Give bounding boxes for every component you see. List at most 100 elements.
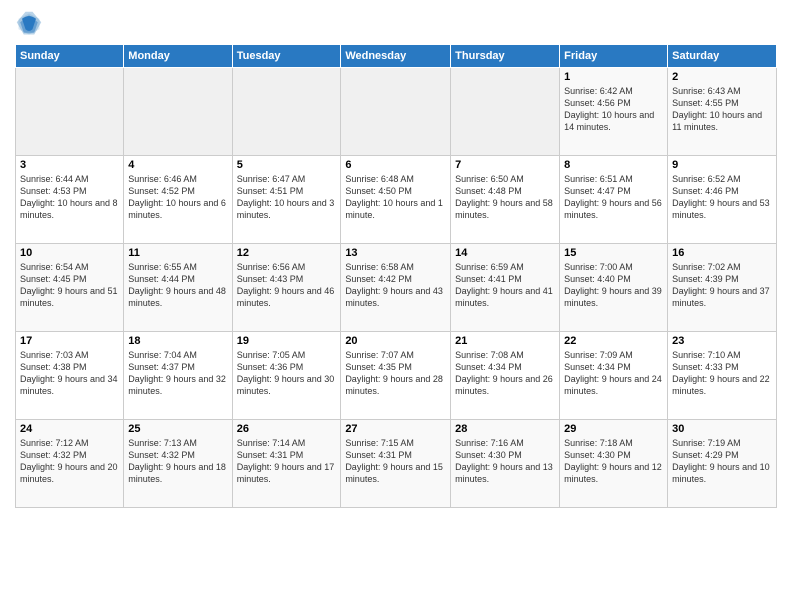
- day-info: Sunrise: 7:19 AM Sunset: 4:29 PM Dayligh…: [672, 437, 772, 486]
- col-header-monday: Monday: [124, 45, 232, 68]
- day-cell: [16, 68, 124, 156]
- day-cell: 4Sunrise: 6:46 AM Sunset: 4:52 PM Daylig…: [124, 156, 232, 244]
- day-number: 5: [237, 159, 337, 171]
- day-info: Sunrise: 7:05 AM Sunset: 4:36 PM Dayligh…: [237, 349, 337, 398]
- day-cell: 17 Sunrise: 7:03 AM Sunset: 4:38 PM Dayli…: [16, 332, 124, 420]
- day-info: Sunrise: 6:54 AM Sunset: 4:45 PM Dayligh…: [20, 261, 119, 310]
- day-number: 27: [345, 423, 446, 435]
- week-row-1: 1 Sunrise: 6:42 AM Sunset: 4:56 PM Daylig…: [16, 68, 777, 156]
- day-cell: 24Sunrise: 7:12 AM Sunset: 4:32 PM Dayli…: [16, 420, 124, 508]
- day-cell: 19 Sunrise: 7:05 AM Sunset: 4:36 PM Dayli…: [232, 332, 341, 420]
- logo: [15, 10, 47, 38]
- day-info: Sunrise: 6:44 AM Sunset: 4:53 PM Dayligh…: [20, 173, 119, 222]
- day-number: 29: [564, 423, 663, 435]
- col-header-sunday: Sunday: [16, 45, 124, 68]
- col-header-thursday: Thursday: [451, 45, 560, 68]
- day-cell: 15 Sunrise: 7:00 AM Sunset: 4:40 PM Dayli…: [560, 244, 668, 332]
- day-info: Sunrise: 6:59 AM Sunset: 4:41 PM Dayligh…: [455, 261, 555, 310]
- day-info: Sunrise: 6:43 AM Sunset: 4:55 PM Dayligh…: [672, 85, 772, 134]
- day-info: Sunrise: 6:55 AM Sunset: 4:44 PM Dayligh…: [128, 261, 227, 310]
- day-cell: 18 Sunrise: 7:04 AM Sunset: 4:37 PM Dayli…: [124, 332, 232, 420]
- logo-icon: [15, 10, 43, 38]
- day-cell: 29 Sunrise: 7:18 AM Sunset: 4:30 PM Dayli…: [560, 420, 668, 508]
- day-cell: 13 Sunrise: 6:58 AM Sunset: 4:42 PM Dayli…: [341, 244, 451, 332]
- day-number: 16: [672, 247, 772, 259]
- day-cell: 3Sunrise: 6:44 AM Sunset: 4:53 PM Daylig…: [16, 156, 124, 244]
- col-header-friday: Friday: [560, 45, 668, 68]
- day-info: Sunrise: 7:10 AM Sunset: 4:33 PM Dayligh…: [672, 349, 772, 398]
- day-info: Sunrise: 7:04 AM Sunset: 4:37 PM Dayligh…: [128, 349, 227, 398]
- day-info: Sunrise: 6:42 AM Sunset: 4:56 PM Dayligh…: [564, 85, 663, 134]
- day-cell: 10 Sunrise: 6:54 AM Sunset: 4:45 PM Dayli…: [16, 244, 124, 332]
- day-info: Sunrise: 7:12 AM Sunset: 4:32 PM Dayligh…: [20, 437, 119, 486]
- day-number: 26: [237, 423, 337, 435]
- day-cell: 21 Sunrise: 7:08 AM Sunset: 4:34 PM Dayli…: [451, 332, 560, 420]
- day-number: 19: [237, 335, 337, 347]
- day-info: Sunrise: 7:16 AM Sunset: 4:30 PM Dayligh…: [455, 437, 555, 486]
- day-cell: 28Sunrise: 7:16 AM Sunset: 4:30 PM Dayli…: [451, 420, 560, 508]
- day-cell: 12 Sunrise: 6:56 AM Sunset: 4:43 PM Dayli…: [232, 244, 341, 332]
- day-cell: 8Sunrise: 6:51 AM Sunset: 4:47 PM Daylig…: [560, 156, 668, 244]
- day-cell: [341, 68, 451, 156]
- day-number: 4: [128, 159, 227, 171]
- day-info: Sunrise: 7:03 AM Sunset: 4:38 PM Dayligh…: [20, 349, 119, 398]
- day-info: Sunrise: 6:47 AM Sunset: 4:51 PM Dayligh…: [237, 173, 337, 222]
- day-cell: [451, 68, 560, 156]
- day-number: 17: [20, 335, 119, 347]
- day-cell: 27 Sunrise: 7:15 AM Sunset: 4:31 PM Dayli…: [341, 420, 451, 508]
- day-cell: 16Sunrise: 7:02 AM Sunset: 4:39 PM Dayli…: [668, 244, 777, 332]
- day-cell: 5 Sunrise: 6:47 AM Sunset: 4:51 PM Daylig…: [232, 156, 341, 244]
- col-header-tuesday: Tuesday: [232, 45, 341, 68]
- day-number: 12: [237, 247, 337, 259]
- day-number: 25: [128, 423, 227, 435]
- day-number: 2: [672, 71, 772, 83]
- day-number: 6: [345, 159, 446, 171]
- day-cell: 1 Sunrise: 6:42 AM Sunset: 4:56 PM Daylig…: [560, 68, 668, 156]
- day-cell: 6 Sunrise: 6:48 AM Sunset: 4:50 PM Daylig…: [341, 156, 451, 244]
- day-number: 21: [455, 335, 555, 347]
- day-cell: 11 Sunrise: 6:55 AM Sunset: 4:44 PM Dayli…: [124, 244, 232, 332]
- day-info: Sunrise: 7:13 AM Sunset: 4:32 PM Dayligh…: [128, 437, 227, 486]
- day-info: Sunrise: 6:48 AM Sunset: 4:50 PM Dayligh…: [345, 173, 446, 222]
- header: [15, 10, 777, 38]
- day-number: 13: [345, 247, 446, 259]
- day-cell: 14Sunrise: 6:59 AM Sunset: 4:41 PM Dayli…: [451, 244, 560, 332]
- day-number: 23: [672, 335, 772, 347]
- day-info: Sunrise: 6:50 AM Sunset: 4:48 PM Dayligh…: [455, 173, 555, 222]
- day-info: Sunrise: 6:56 AM Sunset: 4:43 PM Dayligh…: [237, 261, 337, 310]
- week-row-3: 10 Sunrise: 6:54 AM Sunset: 4:45 PM Dayli…: [16, 244, 777, 332]
- day-info: Sunrise: 6:58 AM Sunset: 4:42 PM Dayligh…: [345, 261, 446, 310]
- calendar: SundayMondayTuesdayWednesdayThursdayFrid…: [15, 44, 777, 508]
- day-number: 22: [564, 335, 663, 347]
- page: SundayMondayTuesdayWednesdayThursdayFrid…: [0, 0, 792, 612]
- day-number: 1: [564, 71, 663, 83]
- day-info: Sunrise: 7:07 AM Sunset: 4:35 PM Dayligh…: [345, 349, 446, 398]
- day-cell: 22 Sunrise: 7:09 AM Sunset: 4:34 PM Dayli…: [560, 332, 668, 420]
- day-info: Sunrise: 7:08 AM Sunset: 4:34 PM Dayligh…: [455, 349, 555, 398]
- day-number: 30: [672, 423, 772, 435]
- day-number: 11: [128, 247, 227, 259]
- day-info: Sunrise: 7:14 AM Sunset: 4:31 PM Dayligh…: [237, 437, 337, 486]
- col-header-wednesday: Wednesday: [341, 45, 451, 68]
- day-cell: [232, 68, 341, 156]
- day-info: Sunrise: 7:00 AM Sunset: 4:40 PM Dayligh…: [564, 261, 663, 310]
- day-number: 18: [128, 335, 227, 347]
- col-header-saturday: Saturday: [668, 45, 777, 68]
- day-number: 9: [672, 159, 772, 171]
- day-info: Sunrise: 7:09 AM Sunset: 4:34 PM Dayligh…: [564, 349, 663, 398]
- day-number: 7: [455, 159, 555, 171]
- day-number: 20: [345, 335, 446, 347]
- day-cell: 23 Sunrise: 7:10 AM Sunset: 4:33 PM Dayli…: [668, 332, 777, 420]
- day-cell: 7 Sunrise: 6:50 AM Sunset: 4:48 PM Daylig…: [451, 156, 560, 244]
- day-number: 10: [20, 247, 119, 259]
- day-info: Sunrise: 7:15 AM Sunset: 4:31 PM Dayligh…: [345, 437, 446, 486]
- day-cell: 30 Sunrise: 7:19 AM Sunset: 4:29 PM Dayli…: [668, 420, 777, 508]
- calendar-header-row: SundayMondayTuesdayWednesdayThursdayFrid…: [16, 45, 777, 68]
- day-cell: [124, 68, 232, 156]
- day-info: Sunrise: 6:51 AM Sunset: 4:47 PM Dayligh…: [564, 173, 663, 222]
- day-cell: 26 Sunrise: 7:14 AM Sunset: 4:31 PM Dayli…: [232, 420, 341, 508]
- day-cell: 25 Sunrise: 7:13 AM Sunset: 4:32 PM Dayli…: [124, 420, 232, 508]
- day-info: Sunrise: 6:52 AM Sunset: 4:46 PM Dayligh…: [672, 173, 772, 222]
- day-info: Sunrise: 7:18 AM Sunset: 4:30 PM Dayligh…: [564, 437, 663, 486]
- day-number: 15: [564, 247, 663, 259]
